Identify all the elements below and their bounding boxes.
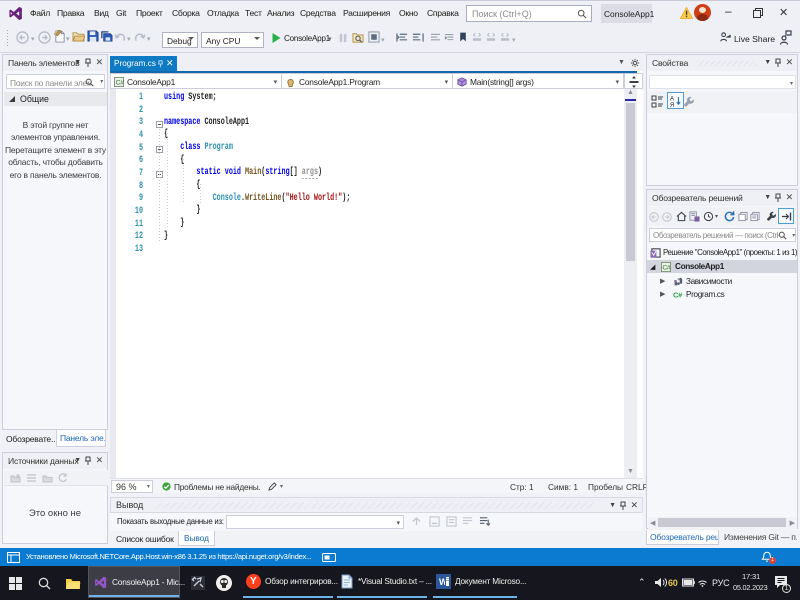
svg-text:C#: C# (116, 80, 124, 87)
svg-text:C#: C# (673, 291, 683, 300)
svg-text:А: А (670, 97, 674, 103)
svg-text:Я: Я (670, 103, 674, 107)
svg-text:C#: C# (662, 264, 671, 271)
